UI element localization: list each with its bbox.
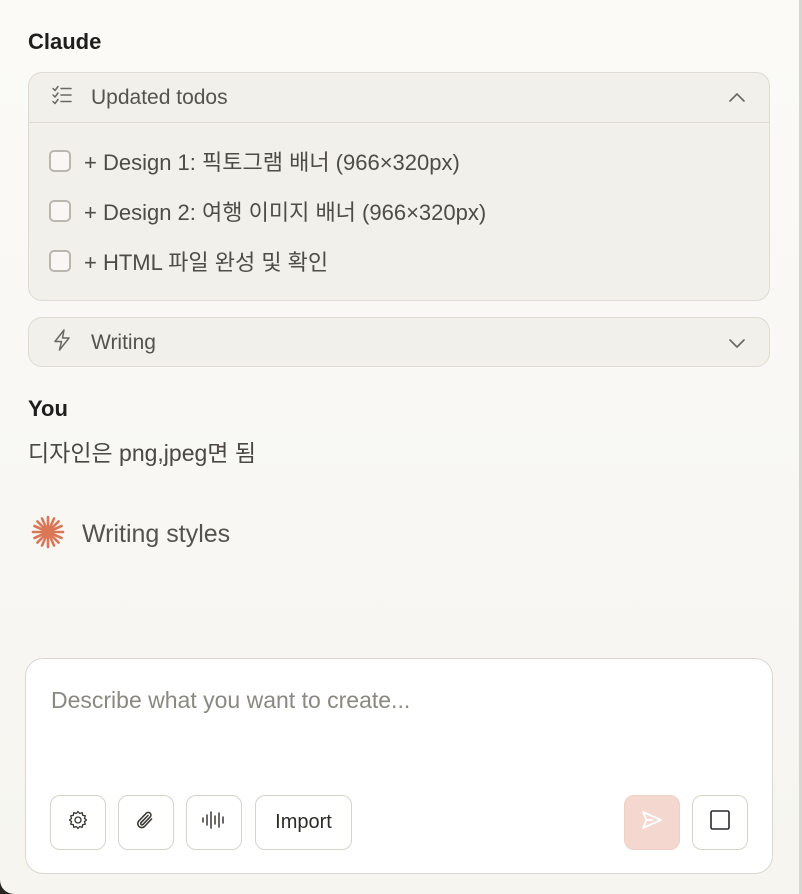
chevron-up-icon[interactable] <box>727 88 747 108</box>
attach-button[interactable] <box>118 795 174 850</box>
prompt-input[interactable]: Describe what you want to create... <box>51 687 410 714</box>
import-button[interactable]: Import <box>255 795 352 850</box>
todo-item-text: + Design 2: 여행 이미지 배너 (966×320px) <box>84 200 487 225</box>
writing-card-header[interactable]: Writing <box>29 318 769 367</box>
chat-panel: Claude Updated todos + Design 1: 픽토그램 배너… <box>0 0 799 894</box>
todo-item: + Design 2: 여행 이미지 배너 (966×320px) <box>29 186 769 236</box>
stop-square-icon <box>709 809 731 836</box>
paperclip-icon <box>135 808 157 837</box>
todo-item-text: + HTML 파일 완성 및 확인 <box>84 250 329 275</box>
todo-item: + Design 1: 픽토그램 배너 (966×320px) <box>29 136 769 186</box>
todos-card-header[interactable]: Updated todos <box>29 73 769 122</box>
todos-card: Updated todos + Design 1: 픽토그램 배너 (966×3… <box>28 72 770 301</box>
todo-checkbox[interactable] <box>49 150 71 172</box>
todos-card-title: Updated todos <box>91 85 228 109</box>
writing-card[interactable]: Writing <box>28 317 770 367</box>
user-name: You <box>28 396 68 421</box>
todo-item: + HTML 파일 완성 및 확인 <box>29 236 769 286</box>
todo-list: + Design 1: 픽토그램 배너 (966×320px) + Design… <box>29 123 769 286</box>
todo-checkbox[interactable] <box>49 200 71 222</box>
chevron-down-icon[interactable] <box>727 333 747 353</box>
status-text: Writing styles <box>82 520 231 548</box>
todo-item-text: + Design 1: 픽토그램 배너 (966×320px) <box>84 150 460 175</box>
lightning-icon <box>51 328 73 357</box>
stop-button[interactable] <box>692 795 748 850</box>
status-indicator: Writing styles <box>30 514 230 555</box>
claude-spark-icon <box>30 514 66 555</box>
settings-button[interactable] <box>50 795 106 850</box>
writing-card-title: Writing <box>91 330 156 354</box>
voice-button[interactable] <box>186 795 242 850</box>
user-message: 디자인은 png,jpeg면 됨 <box>28 440 256 466</box>
send-button[interactable] <box>624 795 680 850</box>
import-label: Import <box>275 811 332 833</box>
send-icon <box>640 809 664 836</box>
waveform-icon <box>201 809 227 836</box>
assistant-name: Claude <box>28 29 102 54</box>
todo-checkbox[interactable] <box>49 250 71 272</box>
composer[interactable]: Describe what you want to create... Impo… <box>25 658 773 874</box>
gear-icon <box>68 810 88 835</box>
checklist-icon <box>51 84 73 111</box>
